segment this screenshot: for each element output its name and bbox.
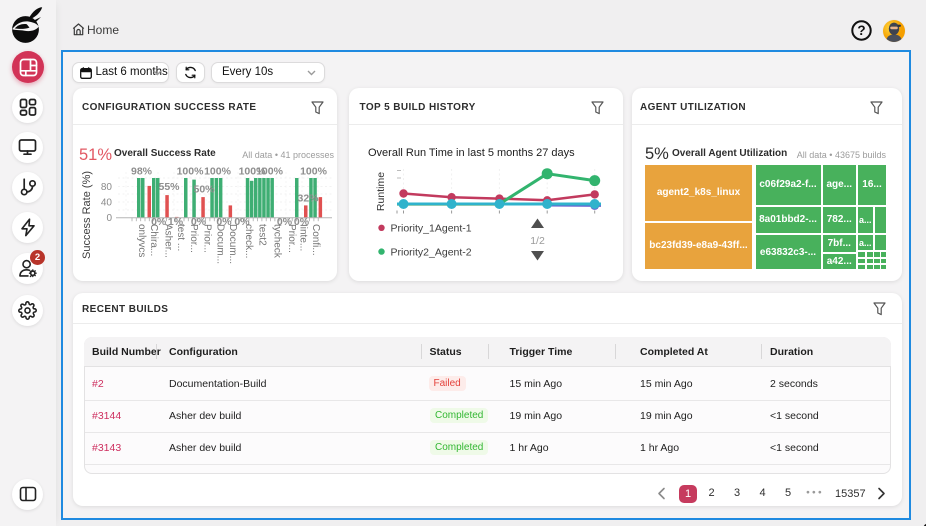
- svg-text:Docum...: Docum...: [227, 224, 238, 264]
- svg-text:1/2: 1/2: [530, 235, 545, 247]
- svg-text:test ...: test ...: [175, 224, 186, 251]
- svg-text:0: 0: [106, 213, 112, 224]
- svg-text:55%: 55%: [158, 181, 180, 193]
- svg-text:check...: check...: [243, 224, 254, 258]
- svg-text:Docum...: Docum...: [215, 224, 226, 264]
- svg-text:tycheck: tycheck: [271, 224, 282, 259]
- svg-text:Priority2_Agent-2: Priority2_Agent-2: [391, 246, 472, 258]
- svg-text:Asher...: Asher...: [163, 224, 174, 258]
- svg-text:onlyvcs: onlyvcs: [136, 224, 147, 257]
- svg-text:?: ?: [857, 23, 865, 38]
- svg-text:40: 40: [101, 198, 113, 209]
- svg-text:98%: 98%: [131, 166, 153, 178]
- svg-text:100%: 100%: [204, 166, 232, 178]
- svg-text:Prior...: Prior...: [286, 224, 297, 253]
- svg-text:32%: 32%: [297, 193, 319, 205]
- svg-text:Overall Run Time in last 5 mon: Overall Run Time in last 5 months 27 day…: [368, 147, 575, 159]
- svg-text:Prior...: Prior...: [202, 224, 213, 253]
- svg-text:100%: 100%: [300, 166, 328, 178]
- svg-text:Confi...: Confi...: [310, 224, 321, 256]
- svg-text:Chira...: Chira...: [148, 224, 159, 256]
- svg-text:80: 80: [101, 182, 113, 193]
- svg-text:test2: test2: [257, 224, 268, 246]
- svg-text:100%: 100%: [177, 166, 205, 178]
- svg-text:50%: 50%: [193, 184, 215, 196]
- svg-text:Runtime: Runtime: [375, 172, 387, 211]
- svg-text:Iinte...: Iinte...: [298, 224, 309, 251]
- svg-text:Prior...: Prior...: [188, 224, 199, 253]
- svg-text:Priority_1Agent-1: Priority_1Agent-1: [391, 223, 472, 235]
- svg-text:100%: 100%: [256, 166, 284, 178]
- svg-text:Success Rate (%): Success Rate (%): [81, 171, 93, 259]
